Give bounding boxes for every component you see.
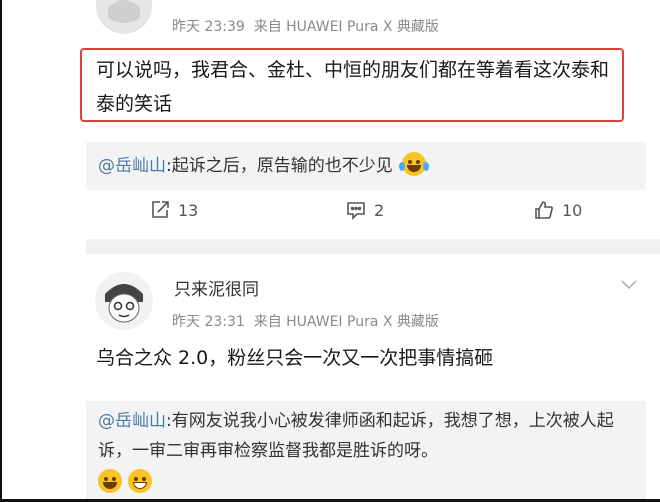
comment-count: 2 xyxy=(374,200,385,220)
post-text: 乌合之众 2.0，粉丝只会一次又一次把事情搞砸 xyxy=(96,347,494,369)
post-text: 可以说吗，我君合、金杜、中恒的朋友们都在等着看这次泰和泰的笑话 xyxy=(96,59,610,115)
laugh-cry-emoji-icon xyxy=(399,152,430,176)
quoted-text: :起诉之后，原告输的也不少见 xyxy=(166,156,393,176)
post-source[interactable]: 来自 HUAWEI Pura X 典藏版 xyxy=(254,19,439,35)
post-divider xyxy=(86,239,660,254)
laugh-emoji-icon xyxy=(98,469,122,493)
mention-link[interactable]: @岳屾山 xyxy=(98,156,166,176)
post-source[interactable]: 来自 HUAWEI Pura X 典藏版 xyxy=(254,314,439,330)
mention-link[interactable]: @岳屾山 xyxy=(98,411,166,431)
avatar[interactable] xyxy=(96,0,152,34)
thumbs-up-icon xyxy=(535,201,553,219)
chevron-down-icon[interactable] xyxy=(620,276,638,295)
share-button[interactable]: 13 xyxy=(150,200,198,220)
post-meta: 昨天 23:31 来自 HUAWEI Pura X 典藏版 xyxy=(172,311,439,331)
like-count: 10 xyxy=(562,200,583,220)
username[interactable]: 只来泥很同 xyxy=(174,268,259,300)
post-time: 昨天 23:31 xyxy=(172,314,245,330)
share-icon xyxy=(152,201,169,218)
comment-button[interactable]: 2 xyxy=(346,200,384,220)
quoted-reply[interactable]: @岳屾山:起诉之后，原告输的也不少见 xyxy=(86,142,646,190)
avatar[interactable] xyxy=(95,272,153,330)
like-button[interactable]: 10 xyxy=(534,200,582,220)
post-time: 昨天 23:39 xyxy=(172,19,245,35)
quoted-reply[interactable]: @岳屾山:有网友说我小心被发律师函和起诉，我想了想，上次被人起诉，一审二审再审检… xyxy=(86,401,646,499)
quoted-text: :有网友说我小心被发律师函和起诉，我想了想，上次被人起诉，一审二审再审检察监督我… xyxy=(98,411,614,461)
comment-icon xyxy=(347,202,365,220)
grin-emoji-icon xyxy=(128,469,152,493)
image-frame-left xyxy=(0,0,2,502)
share-count: 13 xyxy=(178,200,199,220)
post-meta: 昨天 23:39 来自 HUAWEI Pura X 典藏版 xyxy=(172,16,439,36)
